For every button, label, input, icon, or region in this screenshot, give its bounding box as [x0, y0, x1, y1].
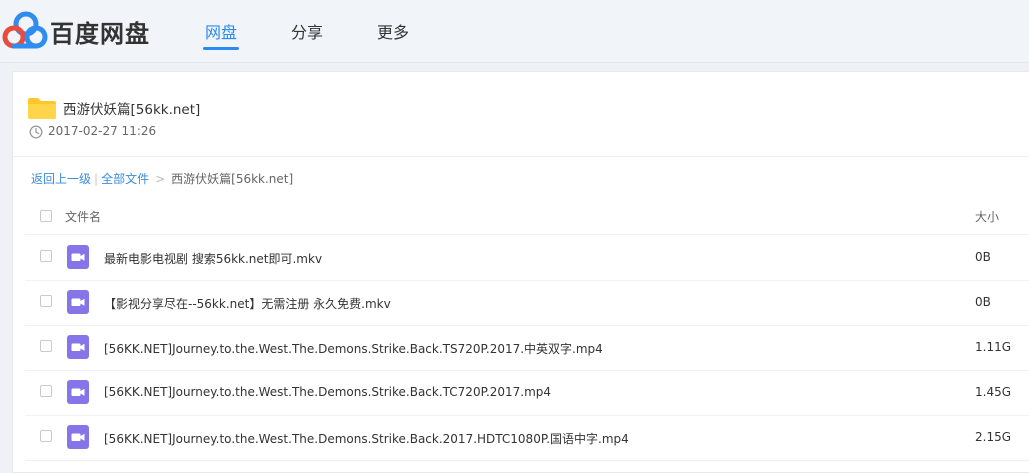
- all-files-link[interactable]: 全部文件: [101, 172, 149, 186]
- row-checkbox[interactable]: [40, 250, 52, 262]
- file-name[interactable]: 最新电影电视剧 搜索56kk.net即可.mkv: [104, 250, 322, 267]
- select-all-checkbox[interactable]: [40, 210, 52, 222]
- file-name[interactable]: [56KK.NET]Journey.to.the.West.The.Demons…: [104, 430, 629, 447]
- nav-tab-netdisk[interactable]: 网盘: [205, 19, 237, 43]
- file-size: 0B: [975, 295, 991, 309]
- row-checkbox[interactable]: [40, 430, 52, 442]
- file-name[interactable]: 【影视分享尽在--56kk.net】无需注册 永久免费.mkv: [104, 295, 391, 312]
- video-file-icon: [67, 425, 89, 449]
- row-checkbox[interactable]: [40, 340, 52, 352]
- video-file-icon: [67, 290, 89, 314]
- clock-icon: [29, 125, 43, 139]
- section-divider: [13, 156, 1029, 157]
- video-file-icon: [67, 335, 89, 359]
- breadcrumb-arrow: >: [155, 172, 166, 186]
- brand-name[interactable]: 百度网盘: [50, 14, 150, 49]
- breadcrumb-current: 西游伏妖篇[56kk.net]: [171, 172, 294, 186]
- table-row[interactable]: [56KK.NET]Journey.to.the.West.The.Demons…: [25, 325, 1029, 371]
- file-name[interactable]: [56KK.NET]Journey.to.the.West.The.Demons…: [104, 385, 551, 399]
- share-date: 2017-02-27 11:26: [48, 124, 157, 138]
- row-checkbox[interactable]: [40, 385, 52, 397]
- file-size: 1.45G: [975, 385, 1012, 399]
- back-link[interactable]: 返回上一级: [31, 172, 91, 186]
- row-checkbox[interactable]: [40, 295, 52, 307]
- file-size: 1.11G: [975, 340, 1012, 354]
- share-title: 西游伏妖篇[56kk.net]: [63, 102, 201, 118]
- nav-tab-more[interactable]: 更多: [377, 19, 409, 43]
- column-header-size[interactable]: 大小: [975, 208, 999, 225]
- breadcrumb: 返回上一级 | 全部文件 > 西游伏妖篇[56kk.net]: [31, 170, 293, 187]
- table-row[interactable]: [56KK.NET]Journey.to.the.West.The.Demons…: [25, 415, 1029, 461]
- column-header-name[interactable]: 文件名: [65, 208, 101, 225]
- video-file-icon: [67, 380, 89, 404]
- table-row[interactable]: [56KK.NET]Journey.to.the.West.The.Demons…: [25, 370, 1029, 416]
- share-panel: 西游伏妖篇[56kk.net] 2017-02-27 11:26 返回上一级 | 全…: [12, 71, 1029, 473]
- baidu-cloud-logo-icon[interactable]: [2, 10, 48, 50]
- video-file-icon: [67, 245, 89, 269]
- file-size: 2.15G: [975, 430, 1012, 444]
- nav-active-indicator: [203, 47, 239, 50]
- file-size: 0B: [975, 250, 991, 264]
- top-bar: 百度网盘 网盘 分享 更多: [0, 0, 1029, 63]
- breadcrumb-separator: |: [94, 172, 99, 186]
- nav-tab-share[interactable]: 分享: [291, 19, 323, 43]
- table-header: 文件名 大小: [25, 199, 1029, 235]
- file-name[interactable]: [56KK.NET]Journey.to.the.West.The.Demons…: [104, 340, 603, 357]
- folder-icon: [28, 98, 56, 119]
- table-row[interactable]: 最新电影电视剧 搜索56kk.net即可.mkv 0B: [25, 235, 1029, 281]
- table-row[interactable]: 【影视分享尽在--56kk.net】无需注册 永久免费.mkv 0B: [25, 280, 1029, 326]
